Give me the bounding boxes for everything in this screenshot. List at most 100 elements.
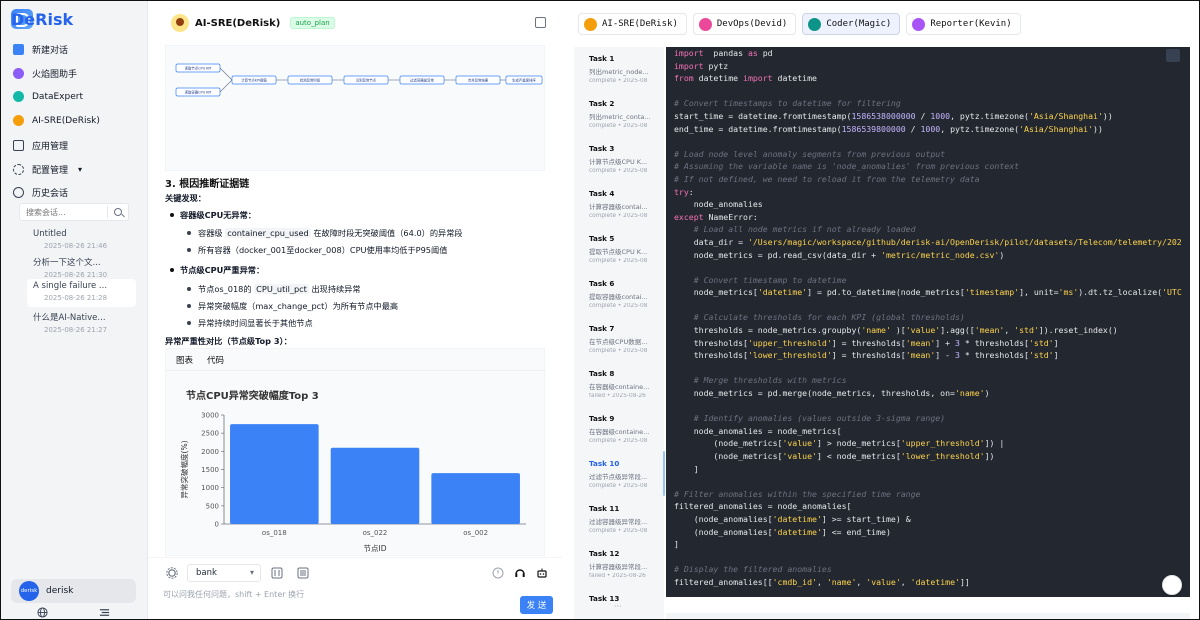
task-status: complete • 2025-08 xyxy=(589,348,648,354)
history-item[interactable]: Untitled 2025-08-26 21:46 xyxy=(27,227,136,252)
copy-icon[interactable] xyxy=(1166,49,1180,62)
plan-flow-diagram: 读取节点CPU KPI 读取容器CPU KPI 计算节点KPI阈值 检测异常时段 识别异… xyxy=(165,45,545,171)
agent-tabs: AI-SRE(DeRisk) DevOps(Devid) Coder(Magic) R… xyxy=(564,1,1199,47)
task-list-scrollbar[interactable] xyxy=(663,451,665,496)
agent-tab[interactable]: DevOps(Devid) xyxy=(692,13,797,35)
code-token: , pytz.timezone( xyxy=(940,123,1020,134)
bar-chart: 节点CPU异常突破幅度Top 3 异常突破幅度(%) 节点ID 0 500 1000… xyxy=(179,389,526,553)
code-token: ] >= start_time) & xyxy=(821,513,911,524)
model-select[interactable]: bank ▾ xyxy=(187,564,261,582)
globe-icon[interactable] xyxy=(37,607,48,618)
tab-code[interactable]: 代码 xyxy=(207,354,224,366)
sidebar-item-new-chat[interactable]: 新建对话 xyxy=(13,43,68,56)
y-axis-label: 异常突破幅度(%) xyxy=(179,440,189,498)
task-status: complete • 2025-08 xyxy=(589,168,648,174)
x-axis-label: 节点ID xyxy=(364,544,387,553)
task-item[interactable]: Task 10 过滤节点级异常段... complete • 2025-08 xyxy=(589,459,659,489)
equalizer-icon[interactable] xyxy=(271,567,283,579)
settings-icon[interactable] xyxy=(166,567,178,579)
task-name: Task 2 xyxy=(589,99,615,108)
x-tick-label: os_018 xyxy=(262,529,287,537)
code-line: filtered_anomalies = node_anomalies[ xyxy=(674,500,1182,513)
headset-icon[interactable] xyxy=(514,567,526,579)
sidebar-item-config-management[interactable]: 配置管理 ▾ xyxy=(13,163,82,176)
history-item-active[interactable]: A single failure ... 2025-08-26 21:28 xyxy=(27,279,136,307)
search-icon[interactable] xyxy=(114,208,122,216)
assistant-fab-icon[interactable] xyxy=(1162,575,1182,595)
sidebar-item-app-management[interactable]: 应用管理 xyxy=(13,139,68,152)
sidebar-item-dataexpert[interactable]: DataExpert xyxy=(13,91,83,102)
task-item[interactable]: Task 5 提取节点级CPU K... complete • 2025-08 xyxy=(589,234,659,264)
code-token: 'name' xyxy=(861,325,891,336)
task-item[interactable]: Task 11 过滤容器级异常段... complete • 2025-08 xyxy=(589,504,659,534)
agent-tab[interactable]: Coder(Magic) xyxy=(802,13,901,35)
code-token: node_anomalies = node_metrics[ xyxy=(674,425,842,436)
text: 出现持续异常 xyxy=(311,284,361,294)
code-token: ]) xyxy=(984,451,995,461)
sidebar-item-flamegraph-assistant[interactable]: 火焰图助手 xyxy=(13,67,77,80)
task-item[interactable]: Task 7 在节点级CPU数据... complete • 2025-08 xyxy=(589,324,659,354)
menu-icon[interactable] xyxy=(99,607,110,618)
agent-avatar-icon xyxy=(171,14,189,32)
task-description: 过滤节点级异常段... xyxy=(589,473,648,481)
send-button[interactable]: 发 送 xyxy=(520,596,553,614)
code-token: 1000 xyxy=(920,123,941,134)
user-profile[interactable]: derisk derisk xyxy=(11,579,136,603)
robot-icon[interactable] xyxy=(536,567,548,579)
code-token: / xyxy=(915,110,931,121)
task-item[interactable]: Task 1 列出metric_node... complete • 2025-08 xyxy=(589,54,659,84)
tab-chart[interactable]: 图表 xyxy=(176,354,193,366)
history-search-input[interactable] xyxy=(20,204,108,220)
task-name: Task 12 xyxy=(589,549,620,558)
finding-title: 容器级CPU无异常： xyxy=(180,210,256,220)
agent-avatar-icon xyxy=(808,17,822,31)
chat-title: AI-SRE(DeRisk) xyxy=(195,17,281,29)
code-token: * thresholds[ xyxy=(959,337,1029,348)
code-token: 'value' xyxy=(905,325,941,336)
agent-tab-label: Reporter(Kevin) xyxy=(930,19,1012,29)
code-token: import xyxy=(674,48,704,58)
task-item[interactable]: Task 13 xyxy=(589,594,659,608)
code-token: ).dt.tz_localize( xyxy=(1078,287,1163,298)
task-status: complete • 2025-08 xyxy=(589,123,648,129)
code-token: as xyxy=(747,48,758,58)
history-item[interactable]: 分析一下这个文... 2025-08-26 21:30 xyxy=(27,254,136,281)
task-item[interactable]: Task 12 计算容器级异常段... failed • 2025-08-26 xyxy=(589,549,659,579)
sidebar-item-history[interactable]: 历史会话 xyxy=(13,186,68,199)
code-token: ] > node_metrics[ xyxy=(816,438,901,449)
agent-tab[interactable]: Reporter(Kevin) xyxy=(906,13,1021,35)
code-line: start_time = datetime.fromtimestamp(1586… xyxy=(674,110,1182,123)
more-icon[interactable]: ··· xyxy=(614,602,622,611)
code-token: 'datetime' xyxy=(910,576,960,587)
task-status: failed • 2025-08-26 xyxy=(589,573,646,579)
sidebar-item-label: 新建对话 xyxy=(32,46,69,56)
code-token: 'Asia/Shanghai' xyxy=(1019,123,1094,134)
y-tick-label: 2500 xyxy=(201,430,219,438)
code-token: ) xyxy=(999,249,1005,260)
open-external-icon[interactable] xyxy=(535,17,546,28)
chat-panel: AI-SRE(DeRisk) auto_plan 读取节点CPU KPI 读取容器… xyxy=(149,1,562,619)
task-item[interactable]: Task 8 在容器级containe... failed • 2025-08-26 xyxy=(589,369,659,399)
bullet xyxy=(187,304,191,308)
chevron-down-icon: ▾ xyxy=(78,165,83,174)
task-item[interactable]: Task 9 在容器级containe... complete • 2025-08 xyxy=(589,414,659,444)
app-logo[interactable]: DeRisk xyxy=(11,9,73,29)
sliders-icon[interactable] xyxy=(297,567,309,579)
code-token: ) xyxy=(984,388,990,399)
history-item[interactable]: 什么是AI-Native... 2025-08-26 21:27 xyxy=(27,309,136,336)
timer-icon[interactable] xyxy=(492,567,504,579)
task-item[interactable]: Task 3 计算节点级CPU K... complete • 2025-08 xyxy=(589,144,659,174)
code-line: thresholds['lower_threshold'] = threshol… xyxy=(674,349,1182,362)
sidebar-item-label: 应用管理 xyxy=(32,142,69,152)
chat-input-placeholder[interactable]: 可以问我任何问题，shift + Enter 换行 xyxy=(163,589,304,600)
code-token: filtered_anomalies = node_anomalies[ xyxy=(674,501,852,512)
task-item[interactable]: Task 4 计算容器级contai... complete • 2025-08 xyxy=(589,189,659,219)
sidebar-item-ai-sre[interactable]: AI-SRE(DeRisk) xyxy=(13,115,100,126)
bar xyxy=(330,447,420,524)
task-item[interactable]: Task 6 提取容器级contai... complete • 2025-08 xyxy=(589,279,659,309)
agent-tab[interactable]: AI-SRE(DeRisk) xyxy=(578,13,687,35)
task-item[interactable]: Task 2 列出metric_conta... complete • 2025-0… xyxy=(589,99,659,129)
